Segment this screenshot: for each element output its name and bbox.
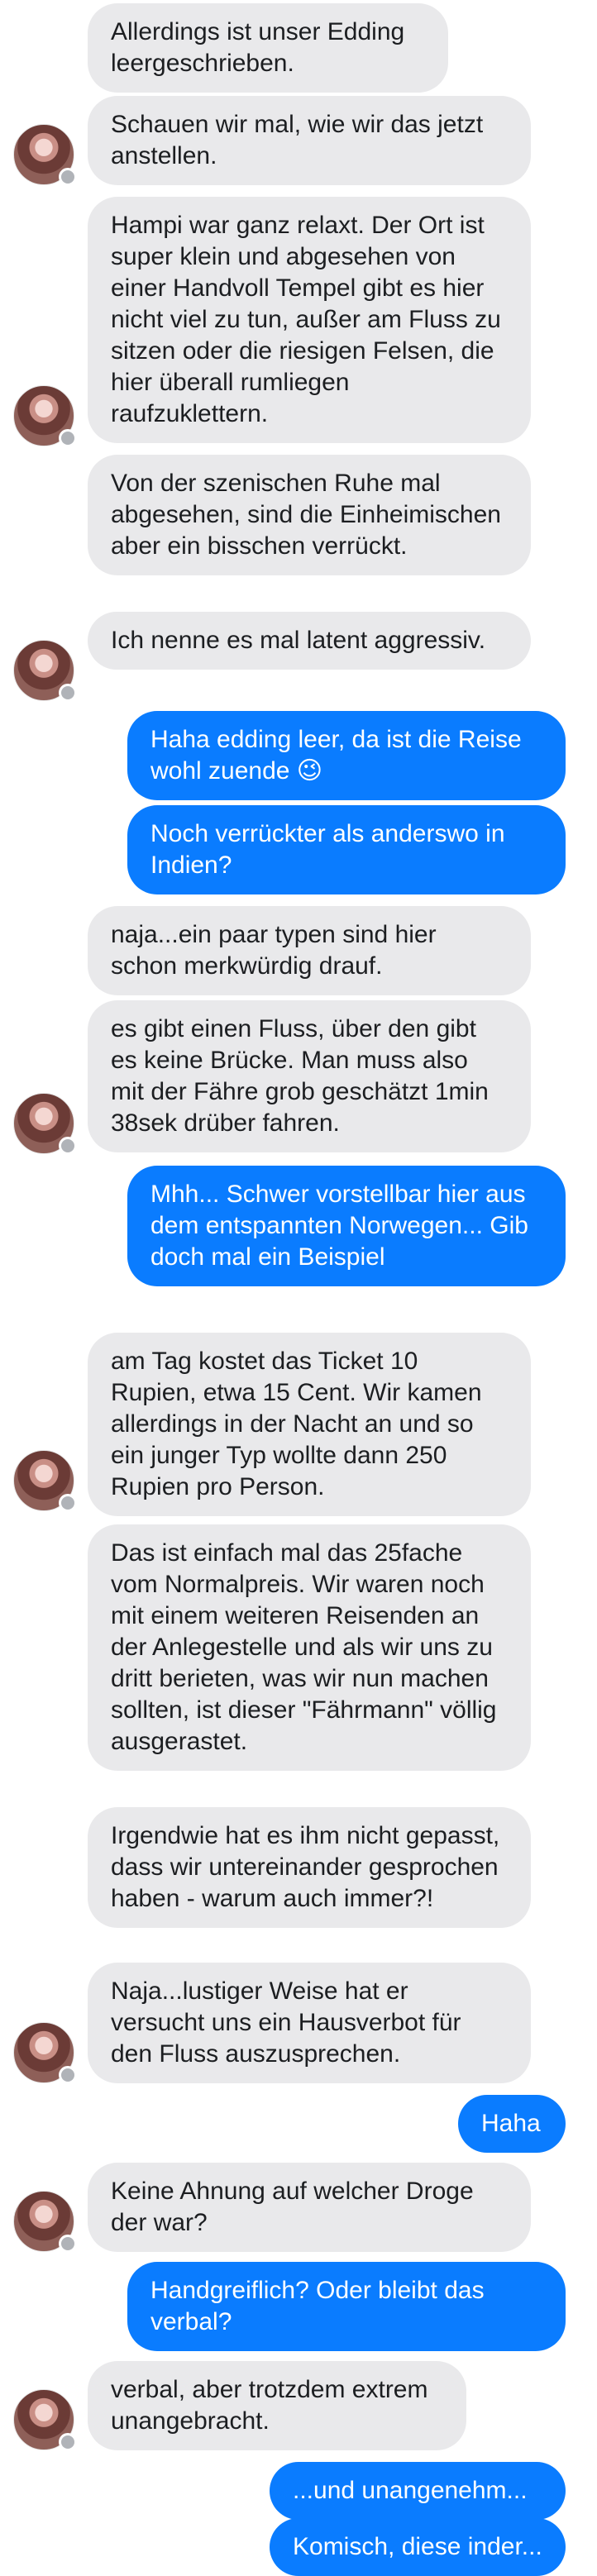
message-incoming[interactable]: Irgendwie hat es ihm nicht gepasst, dass… bbox=[88, 1807, 531, 1928]
contact-avatar[interactable] bbox=[13, 1450, 77, 1512]
message-outgoing[interactable]: Haha bbox=[458, 2095, 566, 2153]
messenger-badge-icon bbox=[59, 168, 77, 186]
message-incoming[interactable]: Hampi war ganz relaxt. Der Ort ist super… bbox=[88, 197, 531, 443]
contact-avatar[interactable] bbox=[13, 124, 77, 186]
messenger-badge-icon bbox=[59, 429, 77, 447]
message-incoming[interactable]: Von der szenischen Ruhe mal abgesehen, s… bbox=[88, 455, 531, 575]
message-incoming[interactable]: naja...ein paar typen sind hier schon me… bbox=[88, 906, 531, 995]
message-outgoing[interactable]: Komisch, diese inder... bbox=[270, 2518, 566, 2576]
contact-avatar[interactable] bbox=[13, 640, 77, 702]
messenger-badge-icon bbox=[59, 1137, 77, 1155]
message-incoming[interactable]: es gibt einen Fluss, über den gibt es ke… bbox=[88, 1000, 531, 1152]
messenger-badge-icon bbox=[59, 2066, 77, 2084]
messenger-badge-icon bbox=[59, 684, 77, 702]
messenger-badge-icon bbox=[59, 2235, 77, 2253]
message-incoming[interactable]: verbal, aber trotzdem extrem unangebrach… bbox=[88, 2361, 466, 2450]
contact-avatar[interactable] bbox=[13, 2389, 77, 2451]
message-incoming[interactable]: Das ist einfach mal das 25fache vom Norm… bbox=[88, 1524, 531, 1771]
message-outgoing[interactable]: ...und unangenehm... bbox=[270, 2462, 566, 2520]
contact-avatar[interactable] bbox=[13, 2191, 77, 2253]
message-outgoing[interactable]: Haha edding leer, da ist die Reise wohl … bbox=[127, 711, 566, 800]
message-outgoing[interactable]: Mhh... Schwer vorstellbar hier aus dem e… bbox=[127, 1166, 566, 1286]
contact-avatar[interactable] bbox=[13, 1093, 77, 1155]
message-incoming[interactable]: Keine Ahnung auf welcher Droge der war? bbox=[88, 2163, 531, 2252]
contact-avatar[interactable] bbox=[13, 385, 77, 447]
message-incoming[interactable]: Schauen wir mal, wie wir das jetzt anste… bbox=[88, 96, 531, 185]
message-outgoing[interactable]: Handgreiflich? Oder bleibt das verbal? bbox=[127, 2262, 566, 2351]
contact-avatar[interactable] bbox=[13, 2022, 77, 2084]
message-incoming[interactable]: Allerdings ist unser Edding leergeschrie… bbox=[88, 3, 448, 93]
message-incoming[interactable]: Ich nenne es mal latent aggressiv. bbox=[88, 612, 531, 670]
message-outgoing[interactable]: Noch verrückter als anderswo in Indien? bbox=[127, 805, 566, 894]
messenger-badge-icon bbox=[59, 2433, 77, 2451]
messenger-badge-icon bbox=[59, 1494, 77, 1512]
message-incoming[interactable]: am Tag kostet das Ticket 10 Rupien, etwa… bbox=[88, 1333, 531, 1516]
message-incoming[interactable]: Naja...lustiger Weise hat er versucht un… bbox=[88, 1963, 531, 2083]
